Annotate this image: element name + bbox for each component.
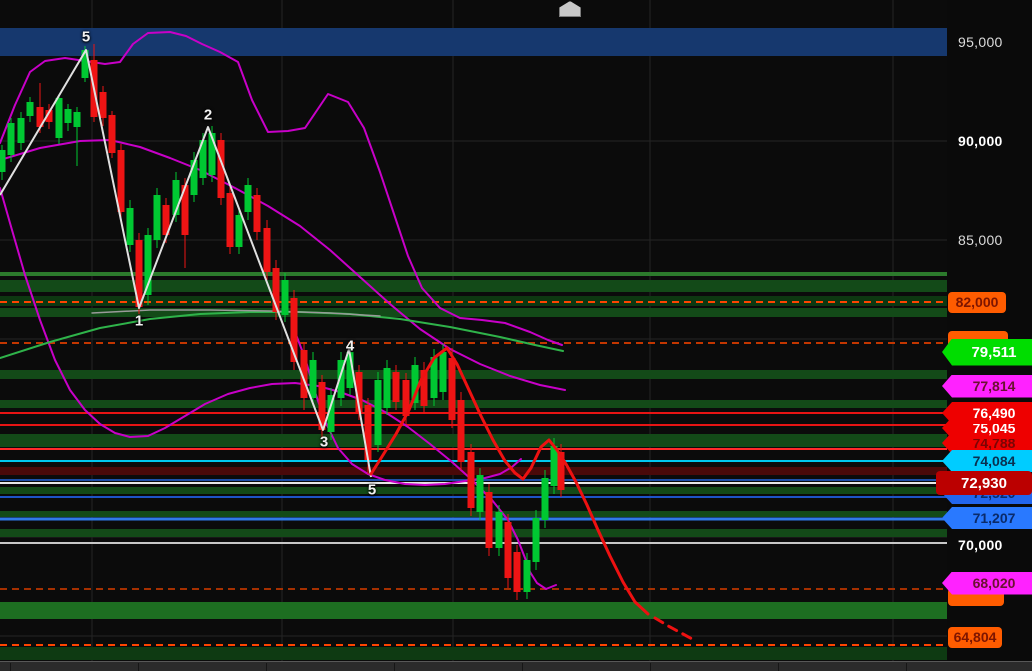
price-tag-71207[interactable]: 71,207 <box>942 507 1032 529</box>
time-axis[interactable] <box>0 661 1032 671</box>
candlestick <box>264 228 271 272</box>
candlestick <box>458 400 465 462</box>
time-axis-divider <box>394 663 395 671</box>
candlestick <box>468 452 475 508</box>
candlestick <box>18 118 25 143</box>
highlight-band-top <box>0 28 947 56</box>
zone-band <box>0 511 947 517</box>
candlestick <box>477 475 484 512</box>
candlestick <box>365 405 372 460</box>
candlestick <box>505 522 512 578</box>
price-tag-79511[interactable]: 79,511 <box>942 339 1032 366</box>
chart-background <box>0 0 947 661</box>
time-axis-divider <box>138 663 139 671</box>
candlestick <box>227 193 234 247</box>
chart-plot <box>0 0 947 661</box>
price-scale-label: 90,000 <box>958 133 1003 149</box>
candlestick <box>524 560 531 592</box>
time-axis-divider <box>522 663 523 671</box>
candlestick <box>551 446 558 486</box>
chart-canvas[interactable] <box>0 0 947 661</box>
candlestick <box>282 280 289 315</box>
candlestick <box>74 112 81 127</box>
zone-band <box>0 370 947 379</box>
time-axis-divider <box>906 663 907 671</box>
price-tag-82000[interactable]: 82,000 <box>948 292 1006 313</box>
price-scale-label: 85,000 <box>958 232 1003 248</box>
price-scale-label: 70,000 <box>958 537 1003 553</box>
candlestick <box>384 368 391 408</box>
zone-band <box>0 647 947 660</box>
time-axis-divider <box>778 663 779 671</box>
candlestick <box>0 150 6 172</box>
price-tag-74084[interactable]: 74,084 <box>942 450 1032 472</box>
candlestick <box>514 552 521 592</box>
candlestick <box>533 518 540 562</box>
candlestick <box>65 109 72 123</box>
zone-band <box>0 308 947 317</box>
price-tag-76490[interactable]: 76,490 <box>942 402 1032 424</box>
candlestick <box>56 98 63 138</box>
candlestick <box>542 478 549 520</box>
trading-chart-window: 95,00090,00085,00080,00075,00070,00065,0… <box>0 0 1032 671</box>
candlestick <box>236 215 243 247</box>
candlestick <box>154 195 161 240</box>
candlestick <box>310 360 317 398</box>
candlestick <box>8 123 15 155</box>
price-tag-68020[interactable]: 68,020 <box>942 572 1032 595</box>
price-tag-72930[interactable]: 72,930 <box>936 471 1032 495</box>
zone-band <box>0 529 947 537</box>
candlestick <box>486 492 493 548</box>
candlestick <box>118 150 125 212</box>
candlestick <box>109 115 116 153</box>
candlestick <box>100 92 107 118</box>
candlestick <box>375 380 382 445</box>
candlestick <box>496 512 503 548</box>
price-tag-77814[interactable]: 77,814 <box>942 375 1032 398</box>
candlestick <box>440 352 447 392</box>
candlestick <box>449 358 456 420</box>
time-axis-divider <box>10 663 11 671</box>
candlestick <box>254 195 261 232</box>
price-scale-label: 95,000 <box>958 34 1003 50</box>
candlestick <box>27 102 34 116</box>
candlestick <box>127 208 134 245</box>
time-axis-divider <box>650 663 651 671</box>
price-tag-64804[interactable]: 64,804 <box>948 627 1002 648</box>
candlestick <box>393 372 400 402</box>
zone-band <box>0 602 947 619</box>
candlestick <box>245 185 252 212</box>
time-axis-divider <box>266 663 267 671</box>
